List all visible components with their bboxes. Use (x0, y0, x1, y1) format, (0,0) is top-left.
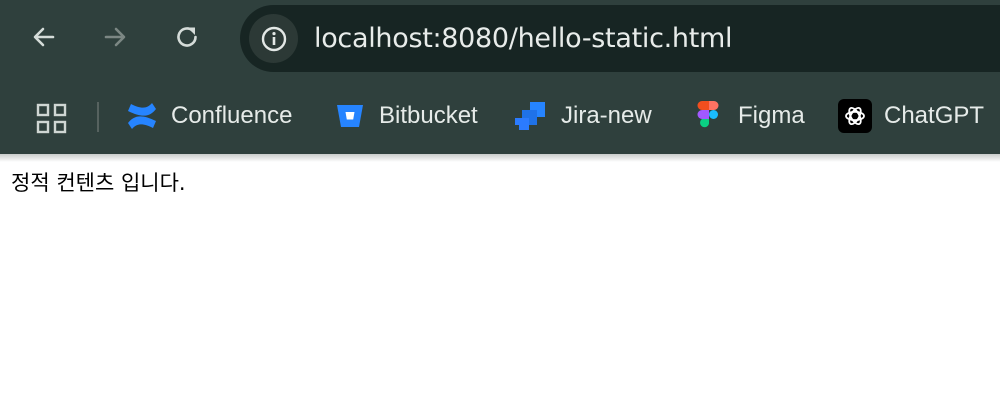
bookmarks-divider (97, 102, 99, 132)
confluence-icon (125, 99, 159, 133)
jira-icon (515, 99, 549, 133)
browser-toolbar: localhost:8080/hello-static.html (0, 0, 1000, 78)
site-info-button[interactable] (249, 14, 298, 63)
bookmark-label: Figma (738, 102, 805, 129)
forward-button[interactable] (95, 17, 135, 57)
bookmark-bitbucket[interactable]: Bitbucket (333, 78, 478, 154)
bookmark-label: Bitbucket (379, 102, 478, 129)
page-text: 정적 컨텐츠 입니다. (11, 171, 186, 195)
bookmark-confluence[interactable]: Confluence (125, 78, 292, 154)
bookmark-label: ChatGPT (884, 102, 985, 129)
bookmark-label: Confluence (171, 102, 293, 129)
bookmark-figma[interactable]: Figma (692, 78, 805, 154)
browser-chrome: localhost:8080/hello-static.html Conflue… (0, 0, 1000, 154)
address-bar[interactable]: localhost:8080/hello-static.html (240, 5, 1000, 72)
arrow-left-icon (33, 27, 55, 47)
arrow-right-icon (104, 27, 126, 47)
url-text[interactable]: localhost:8080/hello-static.html (314, 5, 733, 72)
back-button[interactable] (24, 17, 64, 57)
figma-icon (692, 99, 726, 133)
info-icon (261, 26, 286, 51)
bitbucket-icon (333, 99, 367, 133)
toolbar-shadow (0, 154, 1000, 162)
apps-button[interactable] (32, 99, 72, 139)
apps-grid-icon (36, 103, 67, 134)
chatgpt-icon (838, 99, 872, 133)
bookmark-chatgpt[interactable]: ChatGPT (838, 78, 984, 154)
bookmarks-bar: Confluence Bitbucket Jira-new Figma Chat… (0, 78, 1000, 154)
bookmark-label: Jira-new (561, 102, 652, 129)
reload-icon (177, 27, 197, 47)
bookmark-jira[interactable]: Jira-new (515, 78, 652, 154)
reload-button[interactable] (167, 17, 207, 57)
